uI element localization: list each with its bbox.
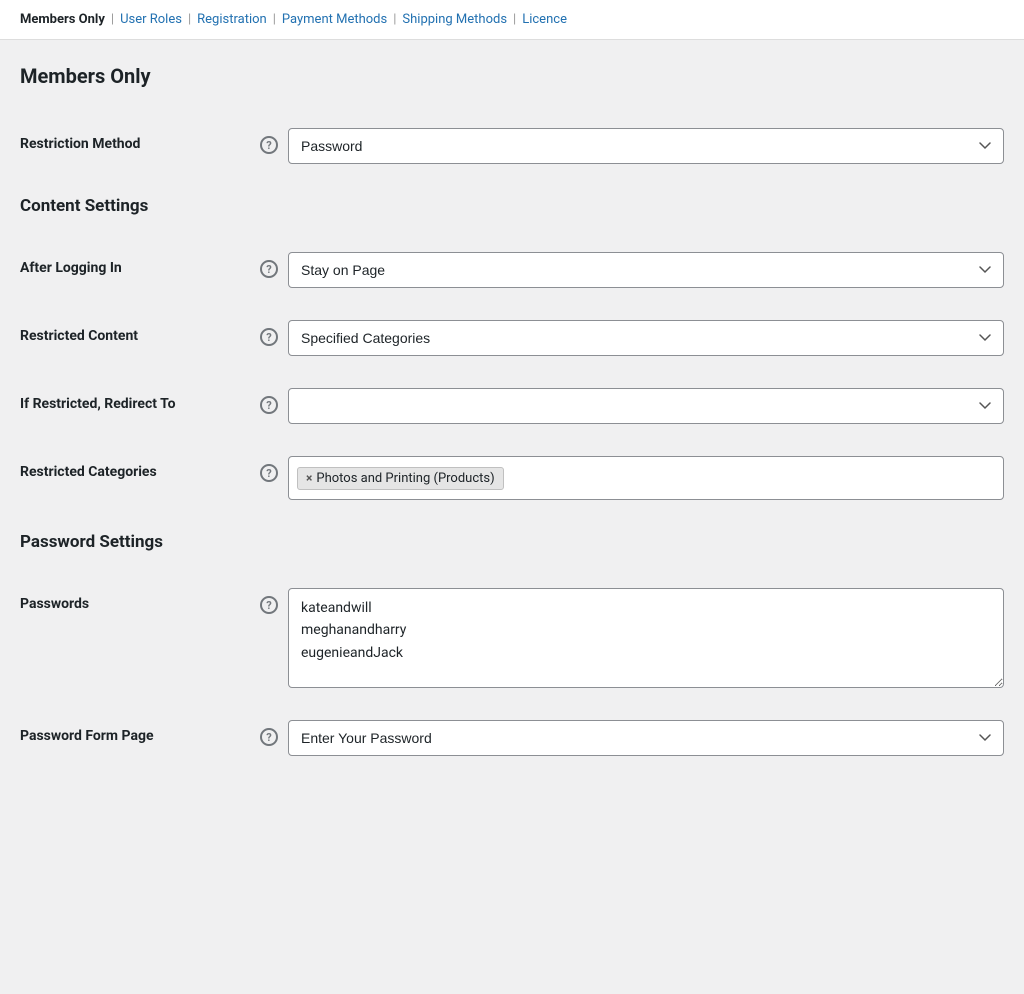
restricted-content-row: Restricted Content ? Specified Categorie… bbox=[20, 304, 1004, 372]
tag-photos-printing: × Photos and Printing (Products) bbox=[297, 467, 504, 490]
restriction-method-row: Restriction Method ? Password Members On… bbox=[20, 112, 1004, 180]
passwords-help-icon[interactable]: ? bbox=[260, 596, 278, 614]
after-logging-in-control: ? Stay on Page Redirect to Page Redirect… bbox=[260, 252, 1004, 288]
after-logging-in-row: After Logging In ? Stay on Page Redirect… bbox=[20, 236, 1004, 304]
page-wrapper: Members Only | User Roles | Registration… bbox=[0, 0, 1024, 796]
password-form-page-label-cell: Password Form Page bbox=[20, 720, 260, 744]
restricted-categories-label: Restricted Categories bbox=[20, 464, 157, 480]
passwords-label: Passwords bbox=[20, 596, 89, 612]
if-restricted-redirect-help-icon[interactable]: ? bbox=[260, 396, 278, 414]
password-form-page-label: Password Form Page bbox=[20, 728, 154, 744]
if-restricted-redirect-label-cell: If Restricted, Redirect To bbox=[20, 388, 260, 412]
tag-label: Photos and Printing (Products) bbox=[316, 471, 494, 486]
restricted-content-help-icon[interactable]: ? bbox=[260, 328, 278, 346]
nav-link-registration[interactable]: Registration bbox=[197, 12, 267, 27]
password-form-page-select[interactable]: Enter Your Password Custom Page Default … bbox=[288, 720, 1004, 756]
if-restricted-redirect-select[interactable]: Login Page Home Page Custom URL bbox=[288, 388, 1004, 424]
restricted-content-label-cell: Restricted Content bbox=[20, 320, 260, 344]
restriction-method-select[interactable]: Password Members Only User Role bbox=[288, 128, 1004, 164]
restricted-categories-row: Restricted Categories ? × Photos and Pri… bbox=[20, 440, 1004, 516]
if-restricted-redirect-label: If Restricted, Redirect To bbox=[20, 396, 176, 412]
nav-sep-1: | bbox=[111, 12, 114, 27]
nav-link-payment-methods[interactable]: Payment Methods bbox=[282, 12, 387, 27]
restriction-method-label: Restriction Method bbox=[20, 136, 140, 152]
nav-sep-3: | bbox=[273, 12, 276, 27]
password-settings-title: Password Settings bbox=[20, 532, 1004, 552]
after-logging-in-select[interactable]: Stay on Page Redirect to Page Redirect t… bbox=[288, 252, 1004, 288]
tag-remove-button[interactable]: × bbox=[306, 471, 312, 485]
password-form-page-control: ? Enter Your Password Custom Page Defaul… bbox=[260, 720, 1004, 756]
restriction-method-help-icon[interactable]: ? bbox=[260, 136, 278, 154]
restricted-categories-help-icon[interactable]: ? bbox=[260, 464, 278, 482]
if-restricted-redirect-row: If Restricted, Redirect To ? Login Page … bbox=[20, 372, 1004, 440]
nav-link-licence[interactable]: Licence bbox=[522, 12, 567, 27]
nav-sep-2: | bbox=[188, 12, 191, 27]
main-content: Members Only Restriction Method ? Passwo… bbox=[0, 40, 1024, 796]
restricted-content-control: ? Specified Categories All Content Custo… bbox=[260, 320, 1004, 356]
after-logging-in-help-icon[interactable]: ? bbox=[260, 260, 278, 278]
nav-bar: Members Only | User Roles | Registration… bbox=[0, 0, 1024, 40]
restriction-method-control: ? Password Members Only User Role bbox=[260, 128, 1004, 164]
restricted-content-label: Restricted Content bbox=[20, 328, 138, 344]
password-form-page-help-icon[interactable]: ? bbox=[260, 728, 278, 746]
restriction-method-label-cell: Restriction Method bbox=[20, 128, 260, 152]
password-form-page-row: Password Form Page ? Enter Your Password… bbox=[20, 704, 1004, 772]
passwords-textarea[interactable]: kateandwill meghanandharry eugenieandJac… bbox=[288, 588, 1004, 688]
nav-sep-4: | bbox=[393, 12, 396, 27]
restricted-categories-label-cell: Restricted Categories bbox=[20, 456, 260, 480]
after-logging-in-label-cell: After Logging In bbox=[20, 252, 260, 276]
page-title: Members Only bbox=[20, 64, 1004, 88]
after-logging-in-label: After Logging In bbox=[20, 260, 122, 276]
restricted-categories-control: ? × Photos and Printing (Products) bbox=[260, 456, 1004, 500]
content-settings-title: Content Settings bbox=[20, 196, 1004, 216]
nav-item-members-only: Members Only bbox=[20, 12, 105, 27]
nav-link-shipping-methods[interactable]: Shipping Methods bbox=[402, 12, 507, 27]
passwords-row: Passwords ? kateandwill meghanandharry e… bbox=[20, 572, 1004, 704]
nav-sep-5: | bbox=[513, 12, 516, 27]
restricted-categories-tags-input[interactable]: × Photos and Printing (Products) bbox=[288, 456, 1004, 500]
passwords-control: ? kateandwill meghanandharry eugenieandJ… bbox=[260, 588, 1004, 688]
passwords-label-cell: Passwords bbox=[20, 588, 260, 612]
if-restricted-redirect-control: ? Login Page Home Page Custom URL bbox=[260, 388, 1004, 424]
nav-link-user-roles[interactable]: User Roles bbox=[120, 12, 182, 27]
restricted-content-select[interactable]: Specified Categories All Content Custom bbox=[288, 320, 1004, 356]
